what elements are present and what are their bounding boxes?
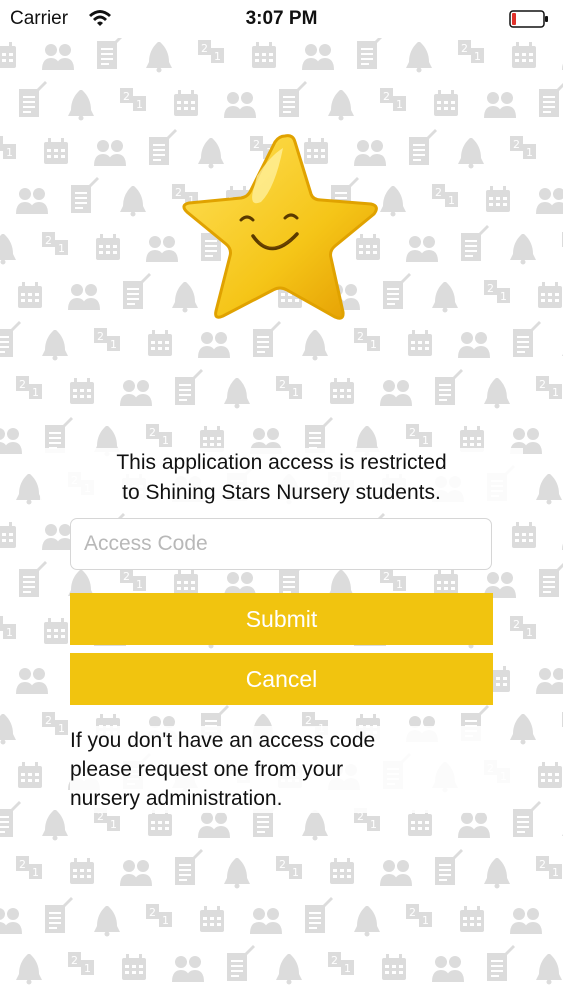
access-notice-line-1: This application access is restricted [116,451,447,474]
help-line-1: If you don't have an access code [70,729,376,752]
access-code-input[interactable] [70,518,492,570]
access-code-help: If you don't have an access code please … [70,726,510,813]
submit-button[interactable]: Submit [70,593,493,645]
access-notice-line-2: to Shining Stars Nursery students. [122,481,441,504]
cancel-button[interactable]: Cancel [70,653,493,705]
status-time: 3:07 PM [245,8,318,29]
smiling-star-icon [182,134,378,320]
status-bar: Carrier 3:07 PM [0,0,563,38]
help-line-3: nursery administration. [70,787,283,810]
help-line-2: please request one from your [70,758,344,781]
access-notice: This application access is restricted to… [40,448,523,508]
battery-icon [509,10,548,28]
